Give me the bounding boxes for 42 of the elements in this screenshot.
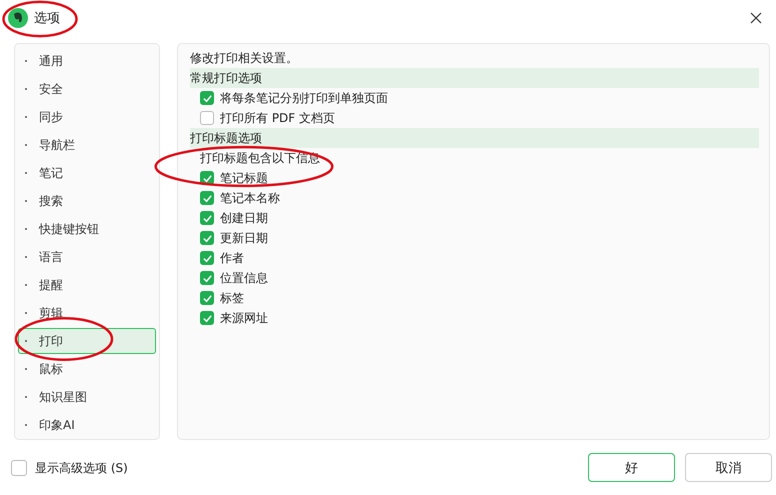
sidebar-item[interactable]: 知识星图 — [18, 384, 156, 410]
section-heading: 常规打印选项 — [190, 68, 759, 88]
sidebar-item[interactable]: 同步 — [18, 104, 156, 130]
sidebar-item[interactable]: 打印 — [18, 328, 156, 354]
checkbox-label: 将每条笔记分别打印到单独页面 — [220, 90, 388, 106]
sidebar-item[interactable]: 导航栏 — [18, 132, 156, 158]
checkbox-label: 作者 — [220, 250, 244, 266]
checkbox[interactable] — [200, 311, 214, 325]
checkbox[interactable] — [11, 460, 27, 476]
sidebar-item[interactable]: 快捷键按钮 — [18, 216, 156, 242]
checkbox-label: 来源网址 — [220, 310, 268, 326]
sidebar-item[interactable]: 鼠标 — [18, 356, 156, 382]
checkbox-label: 位置信息 — [220, 270, 268, 286]
checkbox-label: 更新日期 — [220, 230, 268, 246]
checkbox[interactable] — [200, 191, 214, 205]
checkbox-label: 显示高级选项 (S) — [35, 460, 128, 476]
checkbox[interactable] — [200, 211, 214, 225]
checkbox-label: 创建日期 — [220, 210, 268, 226]
sidebar-item[interactable]: 笔记 — [18, 160, 156, 186]
checkbox[interactable] — [200, 91, 214, 105]
sidebar-item[interactable]: 安全 — [18, 76, 156, 102]
sidebar-item[interactable]: 搜索 — [18, 188, 156, 214]
sidebar-item[interactable]: 通用 — [18, 48, 156, 74]
sidebar-item[interactable]: 印象AI — [18, 412, 156, 438]
checkbox[interactable] — [200, 111, 214, 125]
checkbox[interactable] — [200, 271, 214, 285]
checkbox-label: 打印所有 PDF 文档页 — [220, 110, 336, 126]
checkbox-label: 笔记本名称 — [220, 190, 280, 206]
sidebar-item[interactable]: 剪辑 — [18, 300, 156, 326]
app-logo-icon — [8, 8, 28, 28]
window-title: 选项 — [34, 10, 60, 27]
ok-button[interactable]: 好 — [588, 453, 675, 482]
section-heading: 打印标题选项 — [190, 128, 759, 148]
sidebar-item[interactable]: 提醒 — [18, 272, 156, 298]
cancel-button[interactable]: 取消 — [685, 453, 772, 482]
checkbox[interactable] — [200, 291, 214, 305]
checkbox[interactable] — [200, 251, 214, 265]
panel-description: 修改打印相关设置。 — [190, 50, 299, 67]
checkbox-label: 笔记标题 — [220, 170, 268, 186]
checkbox-label: 标签 — [220, 290, 244, 306]
checkbox[interactable] — [200, 231, 214, 245]
sidebar-item[interactable]: 语言 — [18, 244, 156, 270]
